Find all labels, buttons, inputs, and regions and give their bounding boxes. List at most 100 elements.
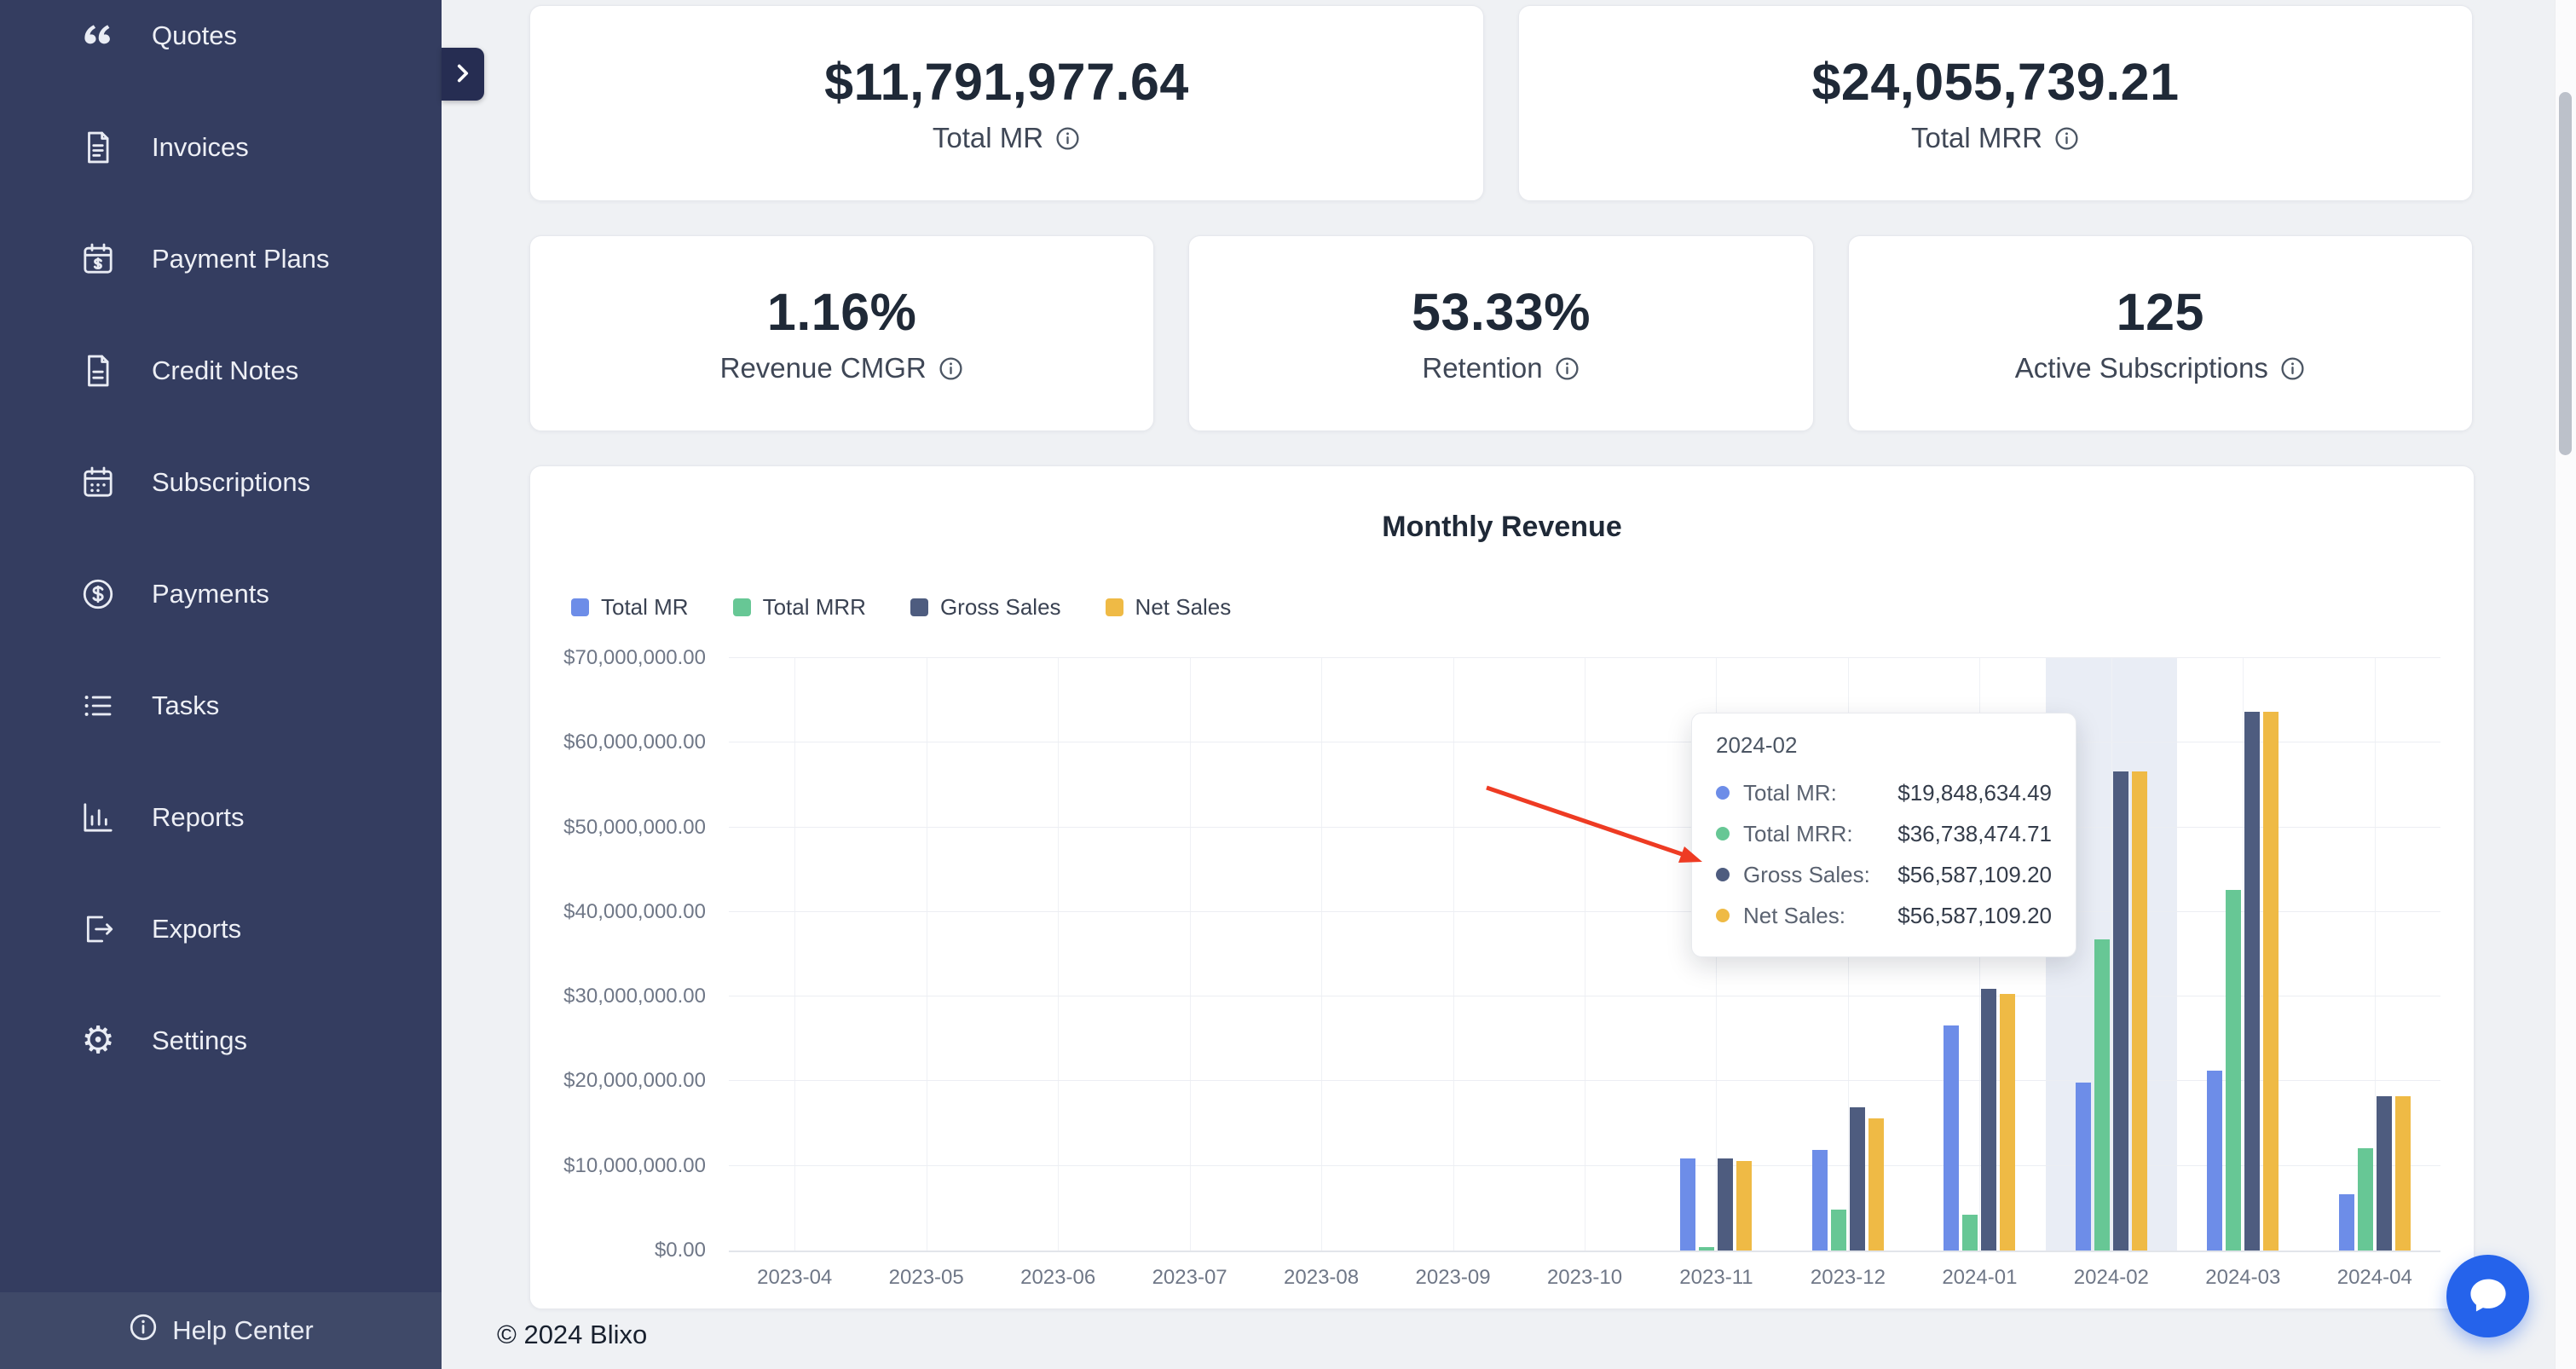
gridline-horizontal	[729, 911, 2440, 912]
chart-bar-gross-sales[interactable]	[1718, 1158, 1733, 1251]
chart-bar-total-mr[interactable]	[1944, 1025, 1959, 1251]
chart-bar-gross-sales[interactable]	[1850, 1107, 1865, 1251]
sidebar-item-label: Exports	[152, 914, 241, 944]
scrollbar-track[interactable]	[2555, 0, 2576, 1369]
credit-note-icon	[78, 351, 118, 390]
chart-bar-total-mrr[interactable]	[2094, 939, 2110, 1251]
legend-item-gross-sales[interactable]: Gross Sales	[910, 594, 1061, 621]
legend-item-total-mrr[interactable]: Total MRR	[733, 594, 866, 621]
info-icon[interactable]	[1054, 125, 1081, 152]
y-axis-label: $20,000,000.00	[563, 1069, 706, 1093]
chart-bar-total-mr[interactable]	[2076, 1083, 2091, 1251]
sidebar-item-payment-plans[interactable]: Payment Plans	[0, 203, 442, 315]
metric-value: $24,055,739.21	[1811, 52, 2179, 112]
chart-y-axis: $0.00$10,000,000.00$20,000,000.00$30,000…	[530, 658, 706, 1251]
payments-dollar-icon	[78, 575, 118, 614]
chart-bar-net-sales[interactable]	[2000, 994, 2015, 1251]
sidebar-item-subscriptions[interactable]: Subscriptions	[0, 426, 442, 538]
quote-icon	[78, 16, 118, 55]
tooltip-label: Total MRR:	[1743, 821, 1853, 847]
chart-plot-area[interactable]	[729, 658, 2440, 1252]
metric-card-active-subscriptions: 125Active Subscriptions	[1848, 235, 2473, 431]
chart-bar-total-mrr[interactable]	[1699, 1247, 1714, 1251]
chart-bar-net-sales[interactable]	[2263, 712, 2279, 1251]
chart-bar-total-mrr[interactable]	[1962, 1215, 1978, 1251]
series-dot	[1716, 868, 1730, 881]
metric-cards-row-1: $11,791,977.64Total MR$24,055,739.21Tota…	[529, 5, 2473, 201]
metric-label-text: Total MRR	[1911, 122, 2042, 154]
info-icon[interactable]	[2279, 355, 2306, 382]
chart-bar-total-mr[interactable]	[1680, 1158, 1695, 1251]
x-axis-label: 2023-07	[1152, 1266, 1227, 1290]
legend-swatch	[910, 598, 928, 616]
y-axis-label: $50,000,000.00	[563, 816, 706, 840]
legend-swatch	[733, 598, 751, 616]
chart-bar-net-sales[interactable]	[1736, 1161, 1752, 1251]
series-dot	[1716, 827, 1730, 840]
chart-bar-total-mrr[interactable]	[2358, 1148, 2373, 1251]
chart-bar-total-mr[interactable]	[2207, 1071, 2222, 1251]
sidebar-item-label: Credit Notes	[152, 355, 298, 386]
info-icon[interactable]	[2053, 125, 2080, 152]
tooltip-value: $19,848,634.49	[1897, 780, 2052, 806]
chart-bar-net-sales[interactable]	[2395, 1096, 2411, 1251]
sidebar-item-reports[interactable]: Reports	[0, 761, 442, 873]
chart-bar-total-mrr[interactable]	[1831, 1210, 1846, 1251]
legend-label: Total MR	[601, 594, 689, 621]
tasks-list-icon	[78, 686, 118, 725]
sidebar-item-label: Tasks	[152, 690, 219, 721]
chevron-right-icon	[448, 59, 477, 90]
chat-widget-button[interactable]	[2446, 1255, 2529, 1337]
chart-bar-gross-sales[interactable]	[2113, 771, 2128, 1251]
tooltip-value: $36,738,474.71	[1897, 821, 2052, 847]
sidebar-item-tasks[interactable]: Tasks	[0, 650, 442, 761]
sidebar-item-invoices[interactable]: Invoices	[0, 91, 442, 203]
help-center-button[interactable]: Help Center	[0, 1292, 442, 1369]
y-axis-label: $30,000,000.00	[563, 985, 706, 1008]
tooltip-label: Net Sales:	[1743, 903, 1845, 929]
sidebar-item-exports[interactable]: Exports	[0, 873, 442, 985]
app-root: Quotes Invoices Payment Plans Credit Notes S…	[0, 0, 2576, 1369]
sidebar-item-label: Invoices	[152, 132, 249, 163]
x-axis-label: 2023-09	[1415, 1266, 1490, 1290]
tooltip-value: $56,587,109.20	[1897, 862, 2052, 888]
sidebar-item-label: Settings	[152, 1025, 247, 1056]
tooltip-row: Gross Sales:$56,587,109.20	[1716, 854, 2052, 895]
chart-bar-gross-sales[interactable]	[2244, 712, 2260, 1251]
chart-bar-total-mrr[interactable]	[2226, 890, 2241, 1251]
tooltip-row: Total MRR: $36,738,474.71	[1716, 813, 2052, 854]
chart-bar-gross-sales[interactable]	[1981, 989, 1996, 1251]
legend-label: Total MRR	[763, 594, 866, 621]
info-icon[interactable]	[1554, 355, 1580, 382]
chart-bar-gross-sales[interactable]	[2377, 1096, 2392, 1251]
info-icon[interactable]	[938, 355, 964, 382]
y-axis-label: $0.00	[655, 1239, 706, 1262]
metric-label-text: Total MR	[933, 122, 1043, 154]
gridline-vertical	[2375, 658, 2376, 1251]
sidebar-item-payments[interactable]: Payments	[0, 538, 442, 650]
gridline-vertical	[794, 658, 795, 1251]
metric-label: Total MRR	[1911, 122, 2080, 154]
metric-label: Retention	[1422, 352, 1580, 384]
chart-bar-net-sales[interactable]	[1868, 1118, 1884, 1251]
sidebar-item-quotes[interactable]: Quotes	[0, 0, 442, 91]
chart-bar-net-sales[interactable]	[2132, 771, 2147, 1251]
sidebar-item-label: Quotes	[152, 20, 237, 51]
sidebar-item-credit-notes[interactable]: Credit Notes	[0, 315, 442, 426]
scrollbar-thumb[interactable]	[2559, 92, 2572, 455]
metric-value: 1.16%	[767, 282, 916, 342]
metric-label: Total MR	[933, 122, 1081, 154]
legend-item-net-sales[interactable]: Net Sales	[1106, 594, 1232, 621]
exports-icon	[78, 910, 118, 949]
tooltip-row: Net Sales:$56,587,109.20	[1716, 895, 2052, 936]
chart-bar-total-mr[interactable]	[2339, 1194, 2354, 1251]
legend-item-total-mr[interactable]: Total MR	[571, 594, 689, 621]
metric-label: Active Subscriptions	[2015, 352, 2306, 384]
legend-swatch	[571, 598, 589, 616]
chart-bar-total-mr[interactable]	[1812, 1150, 1828, 1251]
x-axis-label: 2023-08	[1284, 1266, 1359, 1290]
sidebar-expand-button[interactable]	[442, 48, 484, 101]
sidebar: Quotes Invoices Payment Plans Credit Notes S…	[0, 0, 442, 1369]
sidebar-item-settings[interactable]: ⚙Settings	[0, 985, 442, 1096]
chart-x-axis: 2023-042023-052023-062023-072023-082023-…	[729, 1266, 2440, 1293]
